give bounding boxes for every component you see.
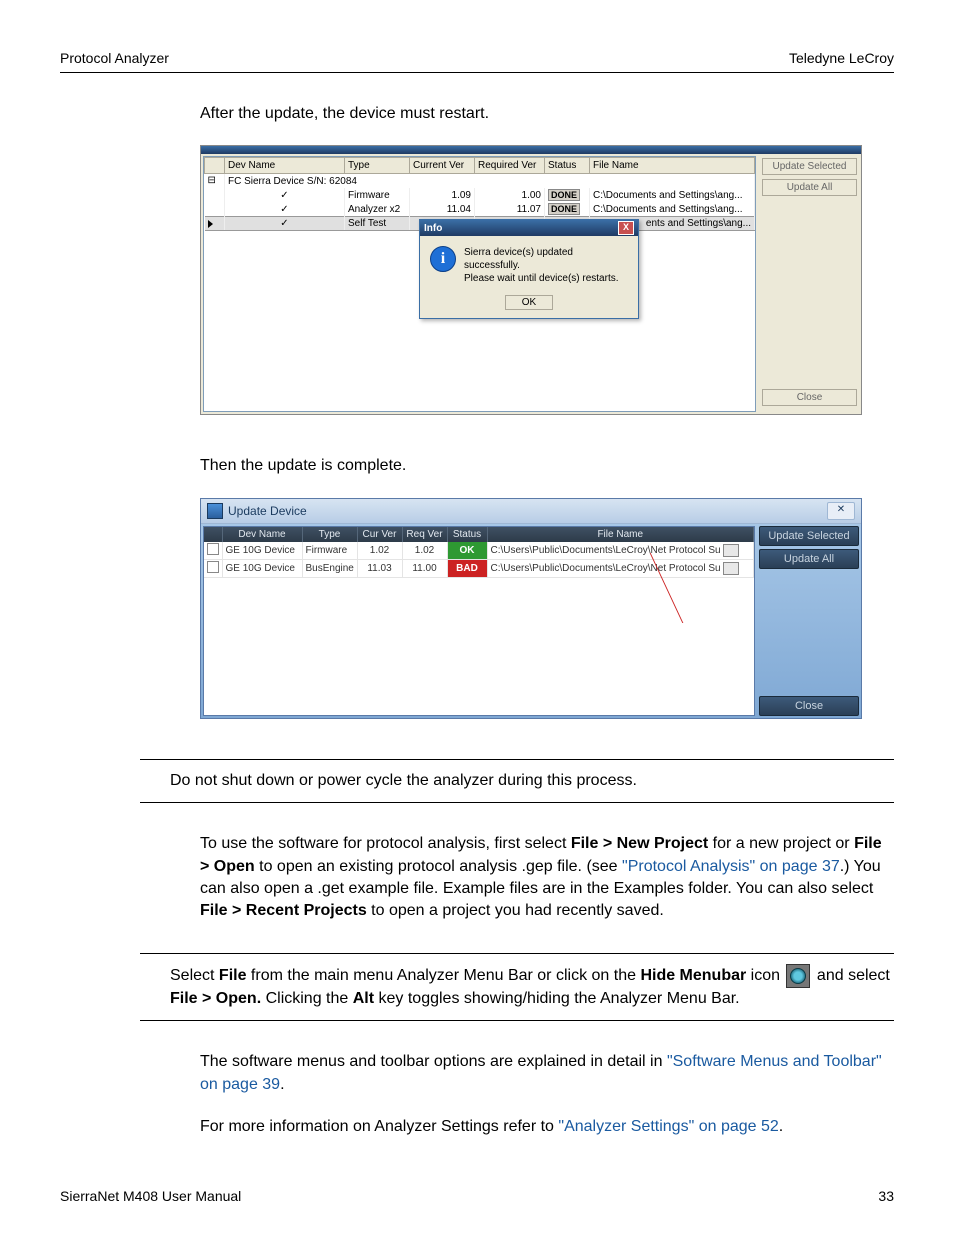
ok-button[interactable]: OK (505, 295, 553, 310)
col-type[interactable]: Type (302, 527, 357, 542)
para-after-update: After the update, the device must restar… (200, 103, 894, 125)
info-icon: i (430, 246, 456, 272)
table-row[interactable]: ✓ Firmware 1.09 1.00 DONE C:\Documents a… (205, 188, 755, 202)
table-row[interactable]: ✓ Analyzer x2 11.04 11.07 DONE C:\Docume… (205, 202, 755, 217)
table-row[interactable]: GE 10G Device Firmware 1.02 1.02 OK C:\U… (204, 542, 754, 560)
close-icon[interactable]: ✕ (827, 502, 855, 520)
info-dialog: Info X i Sierra device(s) updated succes… (419, 219, 639, 319)
col-devname[interactable]: Dev Name (225, 158, 345, 174)
col-type[interactable]: Type (345, 158, 410, 174)
col-status[interactable]: Status (447, 527, 487, 542)
checkbox-icon[interactable]: ✓ (280, 204, 288, 215)
screenshot-update-restart: Dev Name Type Current Ver Required Ver S… (200, 145, 862, 415)
col-req-ver[interactable]: Req Ver (402, 527, 447, 542)
update-selected-button[interactable]: Update Selected (762, 158, 857, 175)
checkbox-icon[interactable]: ✓ (280, 190, 288, 201)
link-analyzer-settings[interactable]: "Analyzer Settings" on page 52 (558, 1118, 778, 1135)
para-analyzer-settings: For more information on Analyzer Setting… (200, 1116, 894, 1138)
device-root: FC Sierra Device S/N: 62084 (225, 174, 755, 189)
footer-left: SierraNet M408 User Manual (60, 1188, 241, 1204)
status-badge: DONE (548, 189, 580, 201)
warning-block: Do not shut down or power cycle the anal… (140, 759, 894, 803)
checkbox-icon[interactable] (207, 543, 219, 555)
close-button[interactable]: Close (762, 389, 857, 406)
dialog-title: Info (424, 223, 442, 234)
col-required-ver[interactable]: Required Ver (475, 158, 545, 174)
checkbox-icon[interactable] (207, 561, 219, 573)
table-row[interactable]: GE 10G Device BusEngine 11.03 11.00 BAD … (204, 559, 754, 577)
table-row[interactable]: ⊟ FC Sierra Device S/N: 62084 (205, 174, 755, 189)
status-badge: OK (447, 542, 487, 560)
update-selected-button[interactable]: Update Selected (759, 526, 859, 546)
update-all-button[interactable]: Update All (762, 179, 857, 196)
para-complete: Then the update is complete. (200, 455, 894, 477)
close-icon[interactable]: X (618, 221, 634, 235)
status-badge: BAD (447, 559, 487, 577)
status-badge: DONE (548, 203, 580, 215)
col-filename[interactable]: File Name (487, 527, 754, 542)
hide-menubar-icon (786, 964, 810, 988)
para-menus: The software menus and toolbar options a… (200, 1051, 894, 1096)
link-protocol-analysis[interactable]: "Protocol Analysis" on page 37 (622, 858, 840, 875)
browse-button[interactable] (723, 544, 739, 557)
col-current-ver[interactable]: Current Ver (410, 158, 475, 174)
header-right: Teledyne LeCroy (789, 50, 894, 66)
row-marker-icon (208, 220, 213, 228)
col-filename[interactable]: File Name (590, 158, 755, 174)
col-status[interactable]: Status (545, 158, 590, 174)
footer-page: 33 (878, 1188, 894, 1204)
header-left: Protocol Analyzer (60, 50, 169, 66)
screenshot-update-device: Update Device ✕ Dev Name Type Cur Ver Re… (200, 498, 862, 719)
para-usage: To use the software for protocol analysi… (200, 833, 894, 923)
browse-button[interactable] (723, 562, 739, 575)
window-title: Update Device (228, 504, 307, 518)
close-button[interactable]: Close (759, 696, 859, 716)
col-devname[interactable]: Dev Name (222, 527, 302, 542)
tree-collapse-icon[interactable]: ⊟ (205, 174, 225, 189)
update-all-button[interactable]: Update All (759, 549, 859, 569)
tip-block: Select File from the main menu Analyzer … (140, 953, 894, 1021)
app-icon (207, 503, 223, 519)
checkbox-icon[interactable]: ✓ (280, 218, 288, 229)
col-cur-ver[interactable]: Cur Ver (357, 527, 402, 542)
